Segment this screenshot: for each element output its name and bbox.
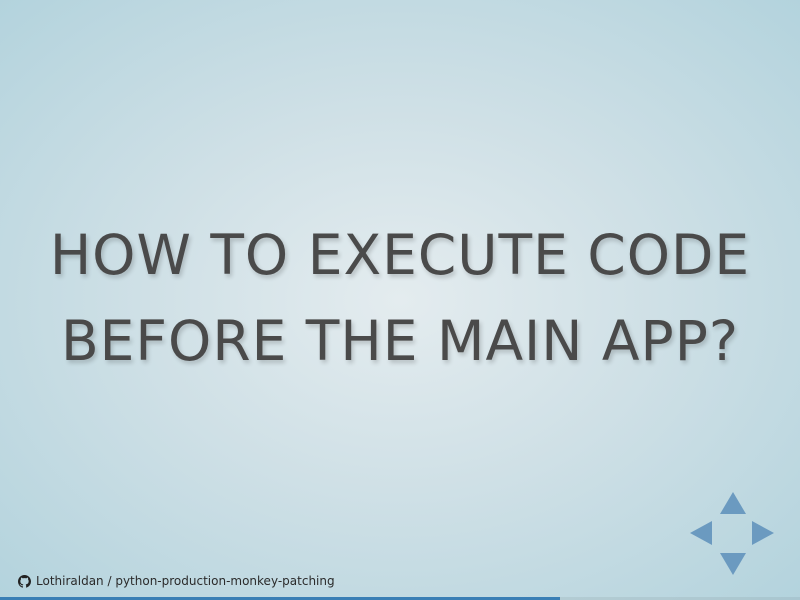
arrow-down-icon[interactable] [720,553,746,575]
arrow-up-icon[interactable] [720,492,746,514]
repo-link-label: Lothiraldan / python-production-monkey-p… [36,574,335,588]
repo-link[interactable]: Lothiraldan / python-production-monkey-p… [18,572,335,590]
navigation-controls [690,490,776,576]
presentation-slide: HOW TO EXECUTE CODE BEFORE THE MAIN APP?… [0,0,800,600]
arrow-right-icon[interactable] [752,521,774,545]
slide-title-line-2: BEFORE THE MAIN APP? [60,309,740,373]
slide-title-line-1: HOW TO EXECUTE CODE [49,223,751,287]
slide-title: HOW TO EXECUTE CODE BEFORE THE MAIN APP? [0,212,800,384]
arrow-left-icon[interactable] [690,521,712,545]
github-icon [18,574,31,588]
